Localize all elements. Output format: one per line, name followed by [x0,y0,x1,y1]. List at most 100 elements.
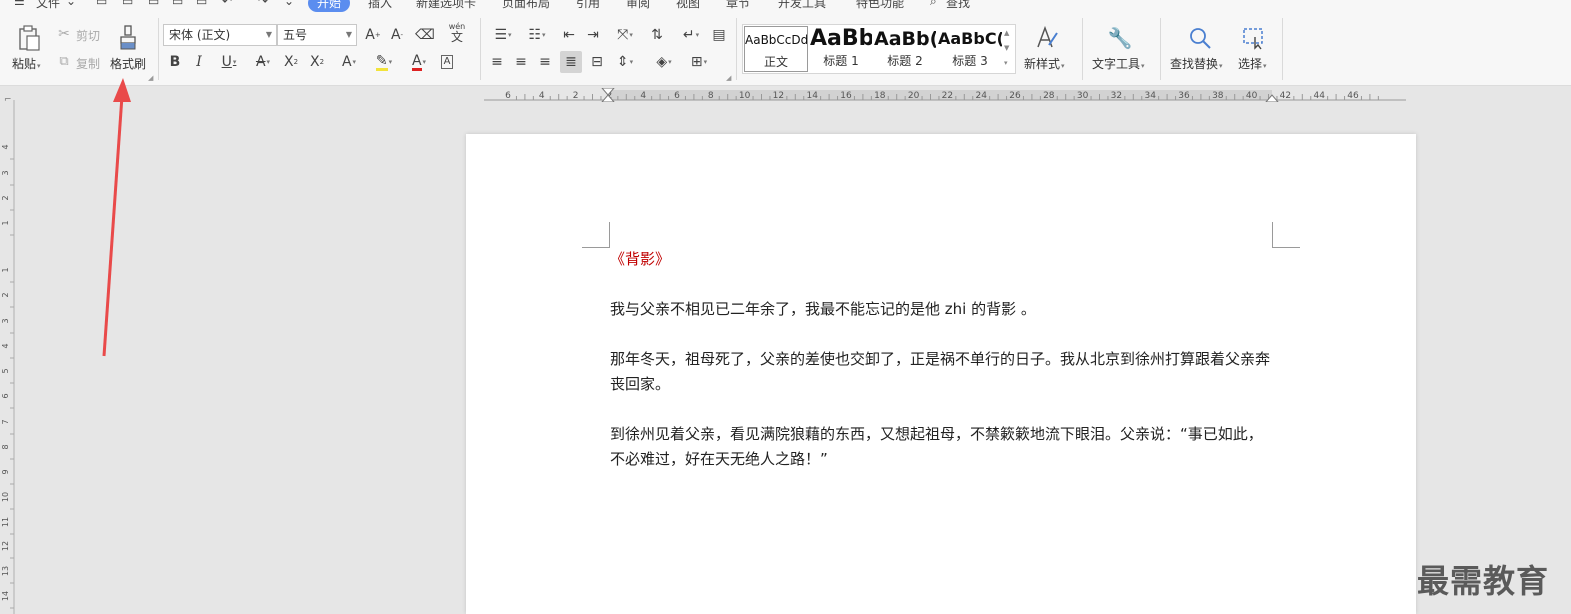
style-heading-3[interactable]: AaBbC( 标题 3 [938,26,1002,72]
tab-new[interactable]: 新建选项卡 [416,0,476,11]
shading-icon[interactable]: ◈ ▾ [648,51,680,73]
bullet-list-icon[interactable]: ☰ ▾ [488,24,518,46]
export-icon[interactable]: ▭ [148,0,159,8]
cut-button[interactable]: 剪切 [76,27,100,44]
clear-format-icon[interactable]: ⌫ [414,24,436,46]
ruler-tick-label: 4 [640,91,646,101]
text-tools-button[interactable]: 文字工具▾ [1092,55,1145,72]
ruler-tick-label: 6 [674,91,680,101]
copy-button[interactable]: 复制 [76,55,100,72]
text-effect-icon[interactable]: A ▾ [334,51,364,73]
format-painter-icon[interactable] [116,24,140,52]
undo-icon[interactable]: ↶ [222,0,232,8]
ruler-tick-label: 2 [573,91,579,101]
vertical-ruler[interactable]: 43211234567891011121314 [0,100,16,614]
wrench-icon[interactable]: 🔧 [1106,24,1134,52]
paragraph-1[interactable]: 我与父亲不相见已二年余了，我最不能忘记的是他 zhi 的背影 。 [610,297,1276,322]
italic-icon[interactable]: I [188,51,210,73]
tab-file[interactable]: 文件 [36,0,60,11]
paragraph-2[interactable]: 那年冬天，祖母死了，父亲的差使也交卸了，正是祸不单行的日子。我从北京到徐州打算跟… [610,347,1276,397]
document-page[interactable]: 《背影》 我与父亲不相见已二年余了，我最不能忘记的是他 zhi 的背影 。 那年… [466,134,1416,614]
search-icon[interactable]: ⌕ [930,0,937,9]
tab-chapter[interactable]: 章节 [726,0,750,11]
chevron-down-icon[interactable]: ⌄ [66,0,76,8]
paste-icon[interactable] [14,24,44,52]
align-left-icon[interactable]: ≡ [486,51,508,73]
ruler-tick-label: 18 [874,91,886,101]
tab-insert[interactable]: 插入 [368,0,392,11]
tab-references[interactable]: 引用 [576,0,600,11]
tab-search[interactable]: 查找 [946,0,970,11]
subscript-icon[interactable]: X2 [306,51,328,73]
tab-start[interactable]: 开始 [308,0,351,12]
print-icon[interactable]: ▭ [172,0,183,8]
margin-marker-top-right [1272,222,1300,248]
highlight-icon[interactable]: ✎ ▾ [368,51,400,73]
grow-font-icon[interactable]: A + [362,24,384,46]
tab-special[interactable]: 特色功能 [856,0,904,11]
ruler-tick-label: 11 [1,517,10,527]
ruler-tick-label: 4 [1,144,10,149]
format-painter-button[interactable]: 格式刷 [110,55,146,72]
tab-layout[interactable]: 页面布局 [502,0,550,11]
annotation-arrow-shaft [102,95,124,357]
superscript-icon[interactable]: X2 [280,51,302,73]
style-heading-2[interactable]: AaBb( 标题 2 [874,26,936,72]
distribute-icon[interactable]: ⊟ [586,51,608,73]
print-preview-icon[interactable]: ▭ [196,0,207,8]
underline-icon[interactable]: U ▾ [212,51,246,73]
hamburger-icon[interactable]: ☰ [14,0,25,8]
ruler-tick-label: 4 [539,91,545,101]
tab-view[interactable]: 视图 [676,0,700,11]
justify-icon[interactable]: ≣ [560,51,582,73]
font-color-icon[interactable]: A ▾ [404,51,434,73]
find-replace-button[interactable]: 查找替换▾ [1170,55,1223,72]
pinyin-guide-button[interactable]: wén 文 [442,22,472,44]
increase-indent-icon[interactable]: ⇥ [582,24,604,46]
sort-icon[interactable]: ⇅ [646,24,668,46]
strikethrough-icon[interactable]: A ▾ [248,51,278,73]
align-center-icon[interactable]: ≡ [510,51,532,73]
horizontal-ruler[interactable]: 6422468101214161820222426283032343638404… [484,88,1406,102]
ruler-tick-label: 9 [1,469,10,474]
document-title[interactable]: 《背影》 [610,248,670,269]
paste-button[interactable]: 粘贴▾ [12,55,41,72]
shrink-font-icon[interactable]: A- [386,24,408,46]
quick-access-more-icon[interactable]: ⌄ [284,0,294,8]
annotation-arrow-head [113,78,131,102]
tab-review[interactable]: 审阅 [626,0,650,11]
save-icon[interactable]: ▭ [122,0,133,8]
numbered-list-icon[interactable]: ☷ ▾ [522,24,552,46]
ruler-tick-label: 22 [942,91,953,101]
new-style-button[interactable]: 新样式▾ [1024,55,1065,72]
font-size-select[interactable]: 五号 ▼ [277,24,357,46]
table-convert-icon[interactable]: ▤ [708,24,730,46]
magnifier-icon[interactable] [1186,24,1214,52]
ruler-tick-label: 28 [1043,91,1055,101]
ruler-tick-label: 24 [975,91,987,101]
ruler-tick-label: 6 [505,91,511,101]
show-marks-icon[interactable]: ↵ ▾ [676,24,706,46]
line-spacing-icon[interactable]: ⇕ ▾ [610,51,640,73]
bold-icon[interactable]: B [164,51,186,73]
chinese-layout-icon[interactable]: ⤧ ▾ [610,24,640,46]
char-border-icon[interactable]: A [436,51,458,73]
ruler-tick-label: 7 [1,419,10,424]
select-cursor-icon[interactable] [1240,24,1268,52]
new-style-icon[interactable] [1034,24,1060,52]
paragraph-expand-icon[interactable]: ◢ [726,74,731,82]
style-heading-1[interactable]: AaBb 标题 1 [810,26,872,72]
decrease-indent-icon[interactable]: ⇤ [558,24,580,46]
paragraph-3[interactable]: 到徐州见着父亲，看见满院狼藉的东西，又想起祖母，不禁簌簌地流下眼泪。父亲说：“事… [610,422,1276,472]
styles-scroll[interactable]: ▲ ▼ ▾ [1004,26,1009,71]
select-button[interactable]: 选择▾ [1238,55,1267,72]
tab-developer[interactable]: 开发工具 [778,0,826,11]
align-right-icon[interactable]: ≡ [534,51,556,73]
style-normal[interactable]: AaBbCcDd 正文 [744,26,808,72]
ribbon-toolbar: 粘贴▾ ✂ 剪切 ⧉ 复制 格式刷 ◢ 宋体 (正文) ▼ 五号 ▼ A + A- ⌫… [0,12,1571,86]
open-icon[interactable]: ▭ [96,0,107,8]
clipboard-expand-icon[interactable]: ◢ [148,74,153,82]
borders-icon[interactable]: ⊞ ▾ [684,51,714,73]
font-name-select[interactable]: 宋体 (正文) ▼ [163,24,277,46]
redo-icon[interactable]: ↷ [258,0,268,8]
